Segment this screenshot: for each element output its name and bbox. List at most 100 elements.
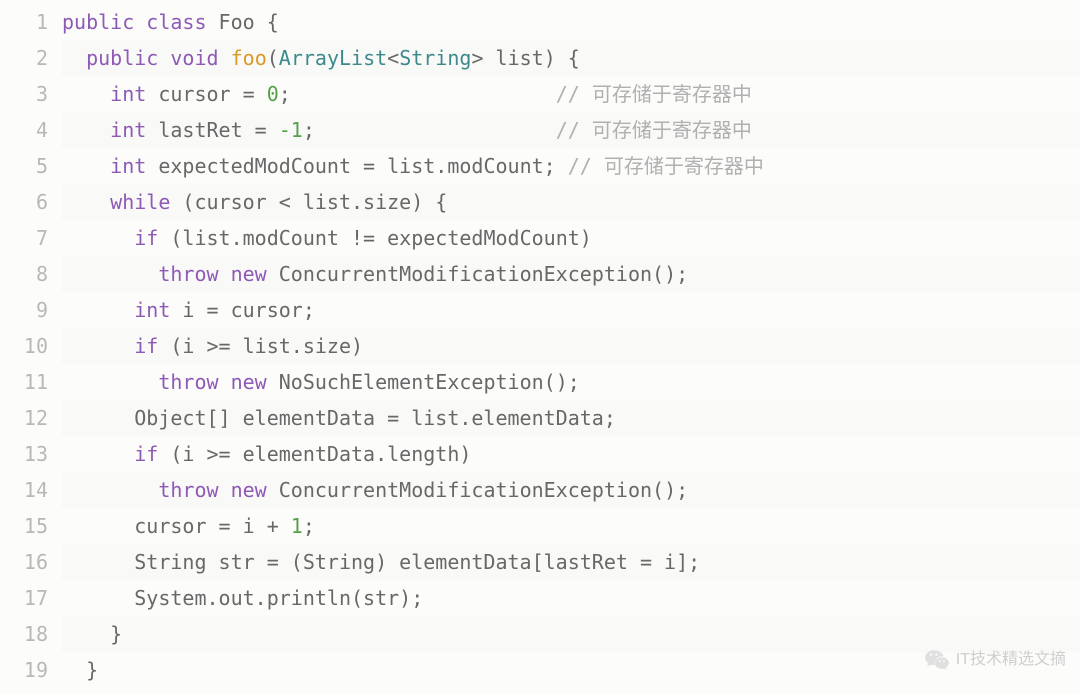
token-pln: (cursor < list.size) { [170, 190, 447, 214]
code-block: 12345678910111213141516171819 public cla… [0, 0, 1080, 694]
token-pln: (list.modCount != expectedModCount) [158, 226, 591, 250]
line-number: 3 [0, 76, 48, 112]
token-kw: class [146, 10, 206, 34]
code-line: while (cursor < list.size) { [62, 184, 1080, 220]
line-number: 17 [0, 580, 48, 616]
token-pln: (i >= elementData.length) [158, 442, 471, 466]
line-number: 18 [0, 616, 48, 652]
token-type: ArrayList [279, 46, 387, 70]
line-number: 11 [0, 364, 48, 400]
token-pln [62, 478, 158, 502]
code-line: Object[] elementData = list.elementData; [62, 400, 1080, 436]
token-pln: cursor = [146, 82, 266, 106]
code-line: public class Foo { [62, 4, 1080, 40]
code-line: int expectedModCount = list.modCount; //… [62, 148, 1080, 184]
token-pln: ; [303, 514, 315, 538]
token-type: String [399, 46, 471, 70]
line-number: 4 [0, 112, 48, 148]
token-pln [62, 46, 86, 70]
code-line: String str = (String) elementData[lastRe… [62, 544, 1080, 580]
line-number: 9 [0, 292, 48, 328]
token-kw: int [110, 118, 146, 142]
line-number: 8 [0, 256, 48, 292]
token-kw: public [86, 46, 158, 70]
line-number: 14 [0, 472, 48, 508]
token-kw: while [110, 190, 170, 214]
line-number: 19 [0, 652, 48, 688]
code-line: } [62, 652, 1080, 688]
token-pln [219, 46, 231, 70]
code-line: throw new ConcurrentModificationExceptio… [62, 256, 1080, 292]
code-line: if (i >= elementData.length) [62, 436, 1080, 472]
line-number: 6 [0, 184, 48, 220]
token-kw: throw [158, 478, 218, 502]
line-number: 10 [0, 328, 48, 364]
token-pln: System.out.println(str); [62, 586, 423, 610]
token-pln [219, 370, 231, 394]
token-pln [62, 262, 158, 286]
token-pln [62, 370, 158, 394]
token-pln: i = cursor; [170, 298, 315, 322]
token-pln: NoSuchElementException(); [267, 370, 580, 394]
token-kw: new [231, 262, 267, 286]
code-line: System.out.println(str); [62, 580, 1080, 616]
token-pln [62, 334, 134, 358]
line-number: 16 [0, 544, 48, 580]
token-pln: ; [303, 118, 556, 142]
token-pln: ConcurrentModificationException(); [267, 262, 688, 286]
token-pln: } [62, 622, 122, 646]
token-cmt: // 可存储于寄存器中 [556, 118, 752, 142]
token-num: -1 [279, 118, 303, 142]
token-pln [62, 226, 134, 250]
token-kw: throw [158, 370, 218, 394]
token-pln: (i >= list.size) [158, 334, 363, 358]
token-fn: foo [231, 46, 267, 70]
token-kw: new [231, 478, 267, 502]
code-line: throw new ConcurrentModificationExceptio… [62, 472, 1080, 508]
line-number: 15 [0, 508, 48, 544]
token-pln [62, 190, 110, 214]
line-number: 13 [0, 436, 48, 472]
line-number: 12 [0, 400, 48, 436]
token-pln: ConcurrentModificationException(); [267, 478, 688, 502]
token-pln: } [62, 658, 98, 682]
code-line: if (list.modCount != expectedModCount) [62, 220, 1080, 256]
code-line: int cursor = 0; // 可存储于寄存器中 [62, 76, 1080, 112]
token-pln [62, 82, 110, 106]
token-kw: public [62, 10, 134, 34]
line-number: 7 [0, 220, 48, 256]
token-kw: if [134, 442, 158, 466]
token-kw: if [134, 226, 158, 250]
token-pln: ( [267, 46, 279, 70]
token-pln [62, 298, 134, 322]
token-pln: Object[] elementData = list.elementData; [62, 406, 616, 430]
token-pln [62, 442, 134, 466]
token-pln [62, 154, 110, 178]
line-number: 5 [0, 148, 48, 184]
token-pln: > list) { [471, 46, 579, 70]
token-pln: String str = (String) elementData[lastRe… [62, 550, 700, 574]
code-line: cursor = i + 1; [62, 508, 1080, 544]
token-cmt: // 可存储于寄存器中 [556, 82, 752, 106]
code-line: throw new NoSuchElementException(); [62, 364, 1080, 400]
token-kw: if [134, 334, 158, 358]
line-number-gutter: 12345678910111213141516171819 [0, 4, 62, 690]
token-pln [134, 10, 146, 34]
line-number: 2 [0, 40, 48, 76]
token-pln [158, 46, 170, 70]
token-pln [219, 262, 231, 286]
code-line: int i = cursor; [62, 292, 1080, 328]
line-number: 1 [0, 4, 48, 40]
code-line: int lastRet = -1; // 可存储于寄存器中 [62, 112, 1080, 148]
token-kw: int [110, 154, 146, 178]
token-pln [219, 478, 231, 502]
token-cmt: // 可存储于寄存器中 [568, 154, 764, 178]
token-pln: < [387, 46, 399, 70]
token-kw: throw [158, 262, 218, 286]
code-line: if (i >= list.size) [62, 328, 1080, 364]
token-num: 0 [267, 82, 279, 106]
token-pln [62, 118, 110, 142]
code-line: } [62, 616, 1080, 652]
token-kw: new [231, 370, 267, 394]
token-pln: lastRet = [146, 118, 278, 142]
